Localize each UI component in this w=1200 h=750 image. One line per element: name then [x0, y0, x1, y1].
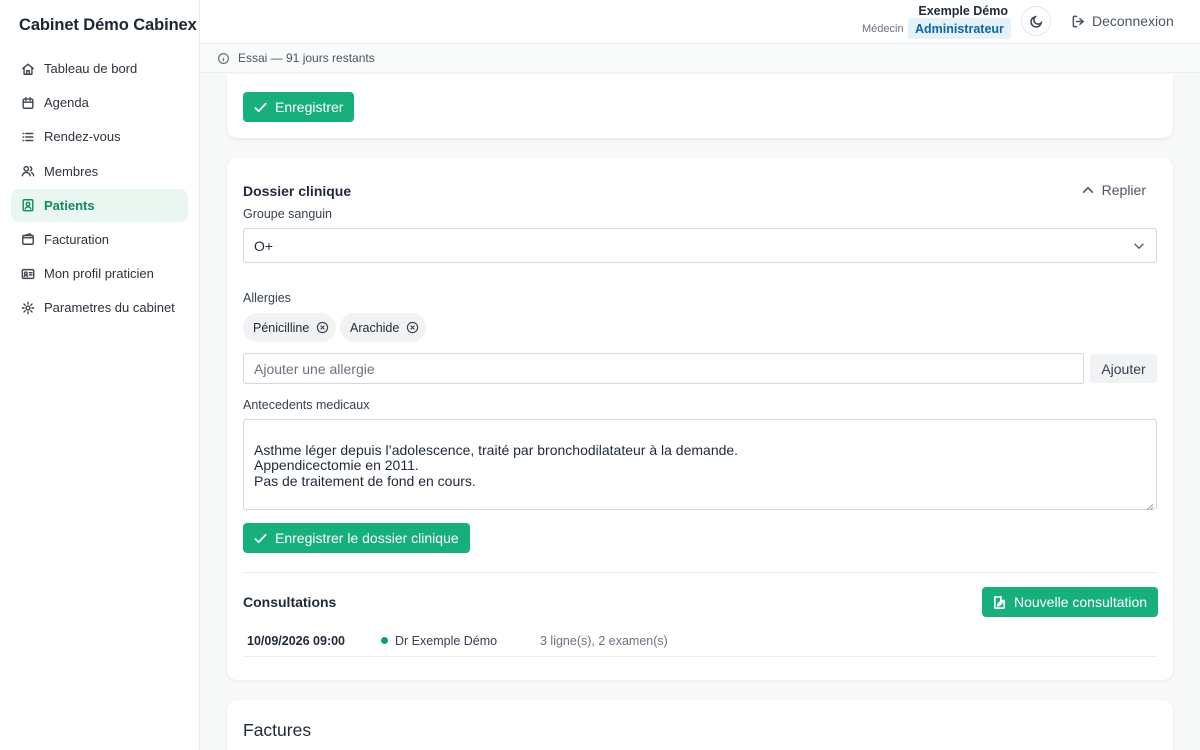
- allergy-chip: Pénicilline: [243, 313, 337, 342]
- contact-icon: [21, 198, 35, 212]
- sidebar-item-settings[interactable]: Parametres du cabinet: [11, 291, 188, 324]
- users-icon: [21, 164, 35, 178]
- invoices-title: Factures: [243, 720, 312, 740]
- save-button[interactable]: Enregistrer: [243, 92, 355, 122]
- edit-document-icon: [992, 595, 1014, 610]
- check-icon: [253, 531, 275, 546]
- blood-group-value: O+: [254, 237, 274, 254]
- brand-title: Cabinet Démo Cabinex: [19, 16, 197, 34]
- collapse-label: Replier: [1101, 182, 1146, 198]
- medical-history-text: Asthme léger depuis l’adolescence, trait…: [254, 441, 739, 489]
- sidebar-item-label: Facturation: [44, 231, 110, 247]
- sidebar-item-members[interactable]: Membres: [11, 155, 188, 188]
- theme-toggle-button[interactable]: [1021, 6, 1051, 36]
- blood-group-select[interactable]: O+: [243, 228, 1157, 263]
- sidebar-item-label: Parametres du cabinet: [44, 300, 175, 316]
- home-icon: [21, 62, 35, 76]
- patient-info-card: Enregistrer: [227, 74, 1173, 138]
- add-allergy-button[interactable]: Ajouter: [1090, 354, 1157, 383]
- check-icon: [253, 100, 275, 115]
- app-root: Cabinet Démo Cabinex Tableau de bord Age…: [0, 0, 1200, 750]
- remove-allergy-icon[interactable]: [406, 321, 419, 334]
- user-role: Médecin: [862, 23, 904, 35]
- medical-history-label: Antecedents medicaux: [243, 398, 370, 412]
- sidebar-item-label: Mon profil praticien: [44, 266, 154, 282]
- sidebar-item-agenda[interactable]: Agenda: [11, 86, 188, 119]
- consultation-summary: 3 ligne(s), 2 examen(s): [540, 634, 668, 648]
- remove-allergy-icon[interactable]: [316, 321, 329, 334]
- clinical-record-card: Dossier clinique Replier Groupe sanguin …: [227, 158, 1173, 680]
- info-icon: [217, 52, 238, 65]
- clinical-record-title: Dossier clinique: [243, 183, 352, 199]
- add-allergy-input[interactable]: [243, 353, 1084, 384]
- save-clinical-record-button[interactable]: Enregistrer le dossier clinique: [243, 523, 470, 553]
- gear-icon: [21, 301, 35, 315]
- new-consultation-label: Nouvelle consultation: [1014, 594, 1148, 610]
- save-clinical-record-label: Enregistrer le dossier clinique: [275, 530, 459, 546]
- sidebar-item-dashboard[interactable]: Tableau de bord: [11, 52, 188, 85]
- calendar-icon: [21, 96, 35, 110]
- table-row[interactable]: 10/09/2026 09:00 Dr Exemple Démo 3 ligne…: [243, 626, 1157, 657]
- role-badge: Administrateur: [908, 18, 1011, 39]
- allergy-chip: Arachide: [340, 313, 427, 342]
- sidebar-item-label: Tableau de bord: [44, 61, 138, 76]
- sidebar-item-label: Rendez-vous: [44, 129, 121, 145]
- user-name: Exemple Démo: [918, 4, 1008, 18]
- save-label: Enregistrer: [275, 99, 344, 115]
- allergy-chip-label: Arachide: [350, 320, 400, 335]
- trial-text: Essai — 91 jours restants: [238, 51, 375, 65]
- trial-banner: Essai — 91 jours restants: [200, 44, 1200, 73]
- sidebar-item-billing[interactable]: Facturation: [11, 223, 188, 256]
- allergies-label: Allergies: [243, 291, 291, 305]
- wallet-icon: [21, 232, 35, 246]
- section-divider: [243, 572, 1157, 573]
- sidebar-item-label: Agenda: [44, 95, 89, 111]
- allergy-chip-label: Pénicilline: [253, 320, 310, 335]
- chevron-up-icon: [1081, 183, 1102, 197]
- invoices-card: Factures: [227, 700, 1173, 750]
- medical-history-textarea[interactable]: Asthme léger depuis l’adolescence, trait…: [243, 419, 1157, 511]
- sidebar-item-profile[interactable]: Mon profil praticien: [11, 257, 188, 290]
- moon-icon: [1029, 14, 1044, 29]
- sidebar-item-label: Membres: [44, 163, 99, 179]
- top-bar: Exemple Démo Médecin Administrateur Deco…: [200, 0, 1200, 44]
- logout-label: Deconnexion: [1092, 13, 1174, 29]
- collapse-button[interactable]: Replier: [1081, 182, 1146, 198]
- consultation-doctor: Dr Exemple Démo: [395, 634, 498, 648]
- sidebar-nav: Tableau de bord Agenda Rendez-vous Membr…: [11, 52, 188, 326]
- consultations-title: Consultations: [243, 594, 337, 610]
- blood-group-label: Groupe sanguin: [243, 207, 332, 221]
- sidebar-item-appointments[interactable]: Rendez-vous: [11, 120, 188, 153]
- sidebar-item-patients[interactable]: Patients: [11, 188, 188, 222]
- id-card-icon: [21, 267, 35, 281]
- consultation-date: 10/09/2026 09:00: [247, 634, 346, 648]
- new-consultation-button[interactable]: Nouvelle consultation: [982, 587, 1159, 617]
- resize-handle-icon[interactable]: [1146, 499, 1154, 511]
- status-dot: [381, 637, 388, 644]
- sidebar: Cabinet Démo Cabinex Tableau de bord Age…: [0, 0, 200, 750]
- list-icon: [21, 130, 35, 144]
- sidebar-item-label: Patients: [44, 197, 95, 213]
- logout-button[interactable]: Deconnexion: [1071, 13, 1174, 29]
- logout-icon: [1071, 14, 1092, 29]
